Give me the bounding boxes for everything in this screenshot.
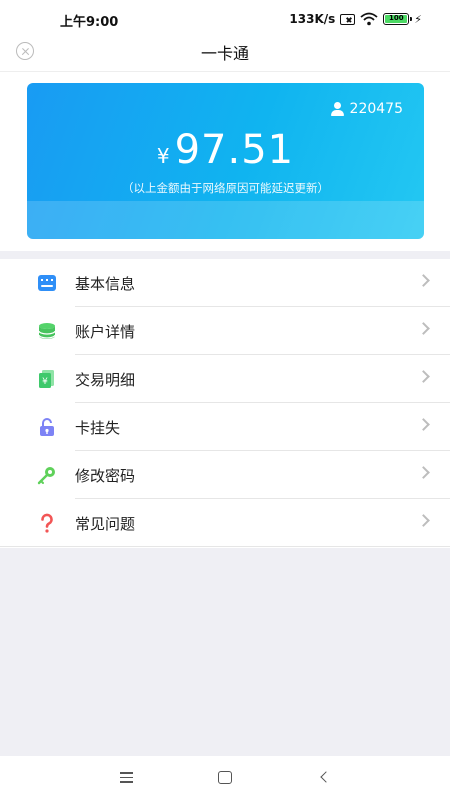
status-time: 上午9:00 <box>60 15 119 30</box>
system-nav-bar <box>0 756 450 800</box>
menu-icon[interactable] <box>120 772 133 783</box>
card-footer <box>27 201 424 239</box>
chevron-right-icon <box>417 322 430 335</box>
page-title: 一卡通 <box>200 44 249 63</box>
coins-icon <box>38 323 56 339</box>
divider <box>0 71 450 72</box>
user-icon <box>330 102 344 116</box>
menu-item-faq[interactable]: 常见问题 <box>0 499 450 547</box>
divider <box>0 546 450 547</box>
chevron-right-icon <box>417 418 430 431</box>
menu-label: 修改密码 <box>75 467 136 485</box>
title-bar: 一卡通 <box>0 38 450 70</box>
key-icon <box>37 467 55 485</box>
network-speed: 133K/s <box>289 12 336 26</box>
card-user: 220475 <box>330 101 403 117</box>
menu-item-report-lost[interactable]: 卡挂失 <box>0 403 450 451</box>
menu-label: 卡挂失 <box>75 419 121 437</box>
svg-text:¥: ¥ <box>42 377 48 387</box>
menu-label: 账户详情 <box>75 323 136 341</box>
no-sim-icon <box>340 13 356 25</box>
user-id: 220475 <box>349 101 403 117</box>
charging-icon: ⚡ <box>414 12 422 26</box>
balance-card: 220475 ¥97.51 （以上金额由于网络原因可能延迟更新） <box>27 83 424 239</box>
home-icon[interactable] <box>218 771 232 784</box>
section-gap <box>0 251 450 259</box>
info-card-icon <box>38 275 56 291</box>
menu-item-basic-info[interactable]: 基本信息 <box>0 259 450 307</box>
status-bar: 上午9:00 133K/s 100 ⚡ <box>0 0 450 38</box>
balance-amount: ¥97.51 <box>27 127 424 173</box>
empty-area <box>0 548 450 756</box>
question-icon <box>41 513 53 533</box>
back-icon[interactable] <box>320 771 332 783</box>
wifi-icon <box>360 12 378 26</box>
battery-icon: 100 <box>383 13 413 25</box>
receipt-icon: ¥ <box>39 370 54 388</box>
chevron-right-icon <box>417 274 430 287</box>
balance-value: 97.51 <box>174 127 295 173</box>
menu-label: 基本信息 <box>75 275 136 293</box>
menu-item-change-password[interactable]: 修改密码 <box>0 451 450 499</box>
chevron-right-icon <box>417 370 430 383</box>
battery-level: 100 <box>385 15 408 23</box>
menu-item-account-details[interactable]: 账户详情 <box>0 307 450 355</box>
balance-note: （以上金额由于网络原因可能延迟更新） <box>122 181 329 195</box>
currency-symbol: ¥ <box>156 144 171 168</box>
status-indicators: 133K/s 100 ⚡ <box>289 10 422 28</box>
chevron-right-icon <box>417 514 430 527</box>
menu-label: 常见问题 <box>75 515 136 533</box>
lock-icon <box>40 418 54 436</box>
menu-list: 基本信息 账户详情 ¥ 交易明细 卡挂失 修改密码 常见问题 <box>0 259 450 547</box>
menu-label: 交易明细 <box>75 371 136 389</box>
chevron-right-icon <box>417 466 430 479</box>
menu-item-transactions[interactable]: ¥ 交易明细 <box>0 355 450 403</box>
